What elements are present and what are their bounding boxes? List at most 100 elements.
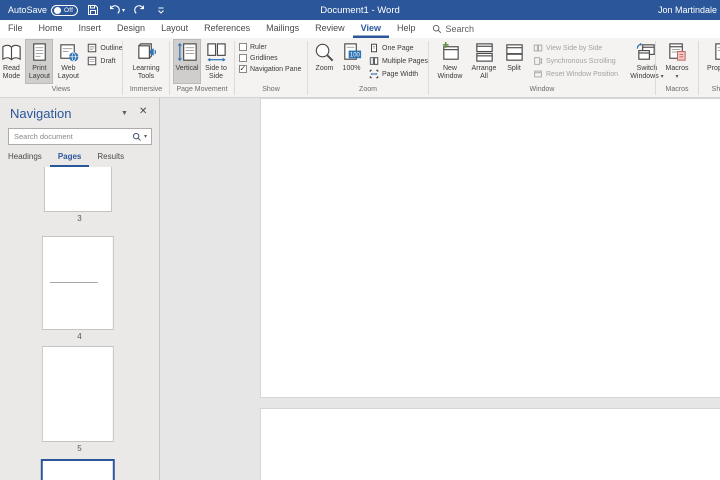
tab-design[interactable]: Design: [109, 20, 153, 38]
autosave-switch[interactable]: Off: [51, 5, 78, 16]
nav-tab-pages[interactable]: Pages: [50, 150, 90, 167]
autosave-toggle[interactable]: AutoSave Off: [8, 5, 78, 16]
tab-layout[interactable]: Layout: [153, 20, 196, 38]
title-bar: AutoSave Off ▾ Document1 - Wor: [0, 0, 720, 20]
autosave-state: Off: [64, 7, 73, 14]
tab-mailings[interactable]: Mailings: [258, 20, 307, 38]
search-box[interactable]: Search: [432, 20, 475, 38]
draft-icon: [87, 56, 97, 66]
new-window-button[interactable]: New Window: [433, 39, 467, 84]
redo-icon[interactable]: [134, 4, 146, 16]
view-side-by-side-label: View Side by Side: [546, 45, 602, 52]
zoom-icon: [313, 41, 336, 64]
one-page-button[interactable]: One Page: [369, 43, 428, 53]
undo-icon[interactable]: [108, 4, 120, 16]
side-to-side-button[interactable]: Side to Side: [201, 39, 231, 84]
save-icon[interactable]: [87, 4, 99, 16]
zoom-100-button[interactable]: 100 100%: [338, 39, 365, 84]
account-name[interactable]: Jon Martindale: [658, 5, 720, 15]
page-thumbnail-3[interactable]: [43, 167, 111, 212]
group-label-sharepoint: SharePoint: [699, 84, 720, 97]
tab-home[interactable]: Home: [31, 20, 71, 38]
page-width-button[interactable]: Page Width: [369, 69, 428, 79]
page-number: 3: [0, 214, 159, 223]
group-label-zoom: Zoom: [308, 84, 428, 97]
svg-text:100: 100: [350, 53, 361, 59]
document-page-1[interactable]: [260, 98, 720, 398]
undo-dropdown-icon[interactable]: ▾: [122, 7, 125, 14]
tab-help[interactable]: Help: [389, 20, 424, 38]
arrange-all-button[interactable]: Arrange All: [467, 39, 501, 84]
tab-view[interactable]: View: [353, 20, 389, 38]
tab-insert[interactable]: Insert: [71, 20, 110, 38]
learning-tools-label: Learning Tools: [126, 65, 166, 82]
group-zoom: Zoom 100 100% One Page: [308, 38, 428, 97]
draft-label: Draft: [100, 58, 115, 65]
ribbon: Read Mode Print Layout: [0, 38, 720, 98]
document-search-box[interactable]: ▾: [8, 128, 152, 145]
document-search-input[interactable]: [9, 132, 132, 141]
macros-button[interactable]: Macros▾: [659, 39, 695, 84]
view-side-by-side-icon: [533, 43, 543, 53]
vertical-icon: [176, 41, 199, 64]
print-layout-icon: [28, 41, 51, 64]
gridlines-checkbox[interactable]: Gridlines: [239, 54, 301, 62]
group-label-page-movement: Page Movement: [170, 84, 234, 97]
zoom-label: Zoom: [316, 65, 334, 73]
nav-tab-headings[interactable]: Headings: [0, 150, 50, 167]
dropdown-arrow-icon: ▾: [675, 74, 678, 80]
split-button[interactable]: Split: [501, 39, 527, 84]
print-layout-button[interactable]: Print Layout: [25, 39, 53, 84]
page-width-icon: [369, 69, 379, 79]
document-canvas[interactable]: [161, 98, 720, 480]
navigation-pane-title: Navigation: [10, 106, 71, 121]
page-thumbnail-5[interactable]: [41, 346, 113, 442]
ruler-label: Ruler: [250, 44, 267, 51]
checkbox-icon: [239, 43, 247, 51]
document-page-2[interactable]: [260, 408, 720, 480]
page-thumbnail-selected[interactable]: [40, 459, 114, 480]
tab-file[interactable]: File: [0, 20, 31, 38]
synchronous-scrolling-icon: [533, 56, 543, 66]
group-label-window: Window: [429, 84, 655, 97]
navigation-options-icon[interactable]: ▼: [121, 110, 128, 117]
group-show: Ruler Gridlines Navigation Pane Show: [235, 38, 307, 97]
multiple-pages-button[interactable]: Multiple Pages: [369, 56, 428, 66]
search-options-arrow-icon[interactable]: ▾: [144, 133, 147, 140]
zoom-button[interactable]: Zoom: [311, 39, 338, 84]
navigation-pane-checkbox[interactable]: Navigation Pane: [239, 65, 301, 73]
draft-button[interactable]: Draft: [87, 56, 122, 66]
tab-references[interactable]: References: [196, 20, 258, 38]
properties-label: Properties: [707, 65, 720, 73]
properties-icon: i: [712, 41, 720, 64]
search-icon[interactable]: [132, 132, 142, 142]
gridlines-label: Gridlines: [250, 55, 278, 62]
customize-toolbar-icon[interactable]: [155, 4, 167, 16]
ruler-checkbox[interactable]: Ruler: [239, 43, 301, 51]
group-label-macros: Macros: [656, 84, 698, 97]
nav-tab-results[interactable]: Results: [89, 150, 132, 167]
autosave-label: AutoSave: [8, 5, 47, 15]
group-views: Read Mode Print Layout: [0, 38, 122, 97]
navigation-close-icon[interactable]: ✕: [139, 106, 147, 117]
tab-review[interactable]: Review: [307, 20, 353, 38]
outline-button[interactable]: Outline: [87, 43, 122, 53]
quick-access-toolbar: AutoSave Off ▾: [0, 4, 167, 16]
zoom-100-label: 100%: [343, 65, 361, 73]
web-layout-button[interactable]: Web Layout: [53, 39, 83, 84]
split-icon: [503, 41, 526, 64]
properties-button[interactable]: i Properties: [703, 39, 720, 84]
page-thumbnail-4[interactable]: [41, 236, 113, 330]
navigation-tabs: Headings Pages Results: [0, 150, 160, 167]
navigation-pane: Navigation ▼ ✕ ▾ Headings Pages Results …: [0, 98, 160, 480]
navigation-pane-label: Navigation Pane: [250, 66, 301, 73]
learning-tools-button[interactable]: Learning Tools: [126, 39, 166, 84]
print-layout-label: Print Layout: [25, 65, 53, 82]
search-icon: [432, 24, 442, 34]
read-mode-button[interactable]: Read Mode: [0, 39, 25, 84]
group-label-show: Show: [235, 84, 307, 97]
view-side-by-side-button: View Side by Side: [533, 43, 618, 53]
checkbox-icon: [239, 54, 247, 62]
vertical-button[interactable]: Vertical: [173, 39, 201, 84]
one-page-label: One Page: [382, 45, 414, 52]
